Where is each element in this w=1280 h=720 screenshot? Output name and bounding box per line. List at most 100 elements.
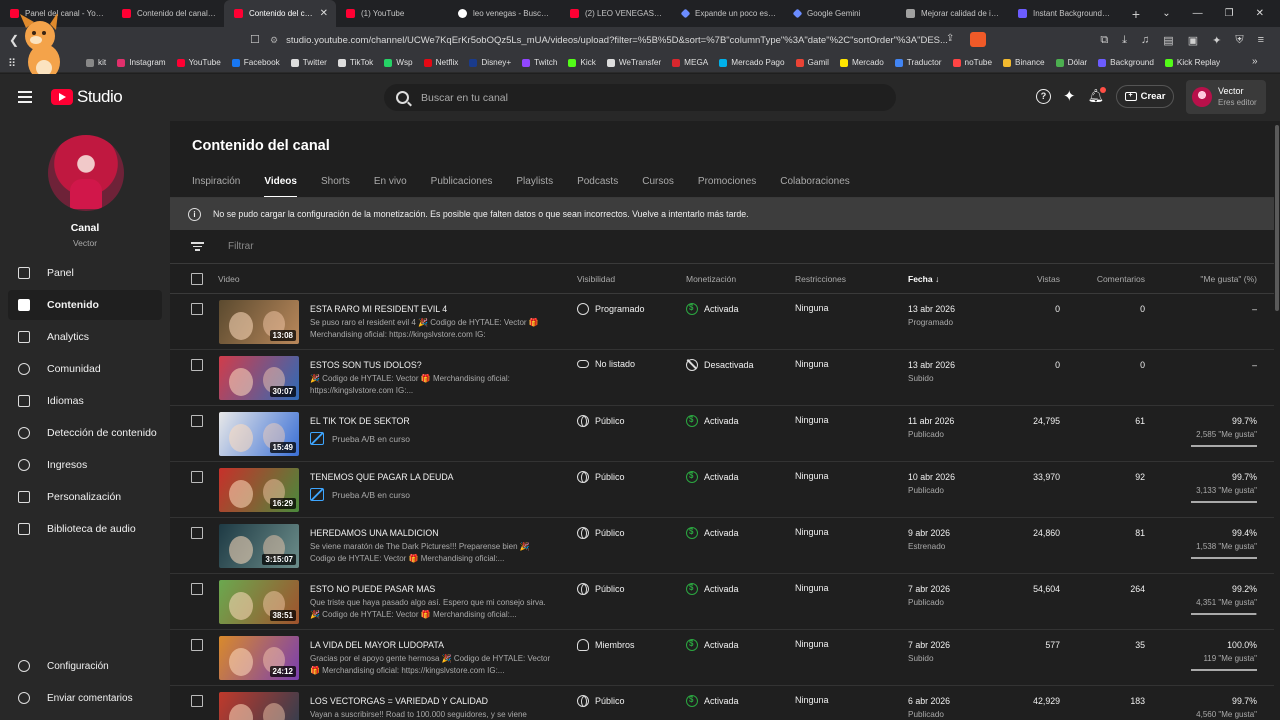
col-visibility[interactable]: Visibilidad — [577, 274, 615, 284]
row-checkbox[interactable] — [191, 359, 203, 371]
vpn-icon[interactable]: ⛨ — [1235, 34, 1243, 47]
ab-test-status[interactable]: Prueba A/B en curso — [310, 432, 410, 445]
sidebar-item-ingresos[interactable]: Ingresos — [8, 450, 162, 480]
brave-shield-icon[interactable] — [970, 32, 986, 47]
filter-bar[interactable]: Filtrar — [170, 230, 1274, 264]
video-title[interactable]: LOS VECTORGAS = VARIEDAD Y CALIDAD — [310, 696, 488, 706]
help-icon[interactable]: ? — [1036, 88, 1051, 104]
col-comments[interactable]: Comentarios — [1075, 274, 1145, 284]
browser-tab[interactable]: Contenido del canal - YouTube Studio ✕ — [224, 0, 336, 27]
browser-tab[interactable]: Instant Background Remover — [1008, 0, 1120, 27]
table-row[interactable]: 3:15:07 HEREDAMOS UNA MALDICION Se viene m… — [170, 518, 1274, 574]
row-checkbox[interactable] — [191, 471, 203, 483]
bookmark-item[interactable]: Mercado — [839, 58, 884, 67]
visibility-cell[interactable]: Público — [577, 527, 625, 539]
table-row[interactable]: 30:07 ESTOS SON TUS IDOLOS? 🎉 Codigo de HY… — [170, 350, 1274, 406]
tab-colaboraciones[interactable]: Colaboraciones — [780, 176, 850, 198]
sidebar-item-biblioteca-de-audio[interactable]: Biblioteca de audio — [8, 514, 162, 544]
tab-cursos[interactable]: Cursos — [642, 176, 674, 198]
bookmark-item[interactable]: Binance — [1003, 58, 1045, 67]
col-views[interactable]: Vistas — [1010, 274, 1060, 284]
wallet-icon[interactable]: ▣ — [1188, 34, 1198, 47]
tab-inspiraci-n[interactable]: Inspiración — [192, 176, 240, 198]
browser-tab[interactable]: Contenido del canal - YouTube Studio — [112, 0, 224, 27]
screenshot-icon[interactable]: ⧉ — [1100, 34, 1108, 47]
hamburger-menu-icon[interactable] — [18, 91, 32, 103]
video-thumbnail[interactable]: 38:51 — [219, 580, 299, 624]
tab-playlists[interactable]: Playlists — [516, 176, 553, 198]
browser-tab[interactable]: (1) YouTube — [336, 0, 448, 27]
tab-publicaciones[interactable]: Publicaciones — [431, 176, 493, 198]
sidebar-item-configuraci-n[interactable]: Configuración — [8, 651, 162, 681]
video-title[interactable]: EL TIK TOK DE SEKTOR — [310, 416, 410, 426]
browser-tab[interactable]: Expande un poco esta descripción — [672, 0, 784, 27]
bookmark-item[interactable]: Wsp — [384, 58, 413, 67]
bookmark-item[interactable]: Background — [1098, 58, 1154, 67]
bookmark-item[interactable]: kit — [86, 58, 106, 67]
video-thumbnail[interactable]: 24:12 — [219, 636, 299, 680]
bookmark-item[interactable]: Twitter — [290, 58, 327, 67]
sidebar-item-panel[interactable]: Panel — [8, 258, 162, 288]
bookmark-item[interactable]: Twitch — [522, 58, 557, 67]
row-checkbox[interactable] — [191, 583, 203, 595]
new-tab-button[interactable]: + — [1124, 6, 1148, 22]
table-row[interactable]: 16:29 TENEMOS QUE PAGAR LA DEUDA Prueba A/… — [170, 462, 1274, 518]
url-field[interactable]: ⚙ studio.youtube.com/channel/UCWe7KqErKr… — [270, 30, 950, 50]
comments-value[interactable]: 264 — [1075, 584, 1145, 594]
video-title[interactable]: HEREDAMOS UNA MALDICION — [310, 528, 439, 538]
visibility-cell[interactable]: Programado — [577, 303, 645, 315]
more-bookmarks-icon[interactable]: » — [1252, 56, 1258, 67]
sidebar-item-comunidad[interactable]: Comunidad — [8, 354, 162, 384]
row-checkbox[interactable] — [191, 415, 203, 427]
browser-tab[interactable]: (2) LEO VENEGAS - YouTube — [560, 0, 672, 27]
bookmark-item[interactable]: YouTube — [176, 58, 221, 67]
sidebar-item-contenido[interactable]: Contenido — [8, 290, 162, 320]
row-checkbox[interactable] — [191, 527, 203, 539]
visibility-cell[interactable]: Público — [577, 583, 625, 595]
page-scrollbar[interactable] — [1274, 121, 1280, 720]
sidebar-item-analytics[interactable]: Analytics — [8, 322, 162, 352]
browser-tab[interactable]: Google Gemini — [784, 0, 896, 27]
bookmark-item[interactable]: MEGA — [672, 58, 708, 67]
col-date[interactable]: Fecha ↓ — [908, 274, 939, 284]
video-thumbnail[interactable] — [219, 692, 299, 720]
comments-value[interactable]: 0 — [1075, 360, 1145, 370]
ai-sparkle-icon[interactable]: ✦ — [1063, 89, 1076, 104]
notifications-bell-icon[interactable]: 🔔︎ — [1088, 87, 1107, 104]
video-thumbnail[interactable]: 15:49 — [219, 412, 299, 456]
monetization-cell[interactable]: Activada — [686, 583, 739, 595]
bookmark-item[interactable]: Dólar — [1055, 58, 1087, 67]
monetization-cell[interactable]: Activada — [686, 695, 739, 707]
visibility-cell[interactable]: Público — [577, 471, 625, 483]
row-checkbox[interactable] — [191, 695, 203, 707]
sidebar-item-idiomas[interactable]: Idiomas — [8, 386, 162, 416]
create-button[interactable]: + Crear — [1116, 85, 1174, 108]
video-thumbnail[interactable]: 30:07 — [219, 356, 299, 400]
col-monetization[interactable]: Monetización — [686, 274, 736, 284]
account-switcher[interactable]: Vector Eres editor — [1186, 80, 1266, 114]
visibility-cell[interactable]: Miembros — [577, 639, 635, 651]
comments-value[interactable]: 61 — [1075, 416, 1145, 426]
bookmark-item[interactable]: Disney+ — [469, 58, 511, 67]
video-title[interactable]: TENEMOS QUE PAGAR LA DEUDA — [310, 472, 454, 482]
comments-value[interactable]: 183 — [1075, 696, 1145, 706]
video-title[interactable]: LA VIDA DEL MAYOR LUDOPATA — [310, 640, 444, 650]
visibility-cell[interactable]: No listado — [577, 359, 635, 369]
menu-icon[interactable]: ≡ — [1258, 34, 1264, 46]
monetization-cell[interactable]: Activada — [686, 303, 739, 315]
comments-value[interactable]: 35 — [1075, 640, 1145, 650]
tab-podcasts[interactable]: Podcasts — [577, 176, 618, 198]
bookmark-item[interactable]: WeTransfer — [606, 58, 661, 67]
sidebar-item-detecci-n-de-contenido[interactable]: Detección de contenido — [8, 418, 162, 448]
table-row[interactable]: 24:12 LA VIDA DEL MAYOR LUDOPATA Gracias p… — [170, 630, 1274, 686]
scrollbar-thumb[interactable] — [1275, 125, 1279, 311]
col-likes[interactable]: "Me gusta" (%) — [1200, 274, 1257, 284]
row-checkbox[interactable] — [191, 303, 203, 315]
bookmark-star-icon[interactable]: ☐ — [250, 33, 260, 46]
video-title[interactable]: ESTOS SON TUS IDOLOS? — [310, 360, 422, 370]
monetization-cell[interactable]: Desactivada — [686, 359, 754, 371]
ai-assistant-icon[interactable]: ✦ — [1212, 34, 1221, 47]
comments-value[interactable]: 0 — [1075, 304, 1145, 314]
site-info-icon[interactable]: ⚙ — [270, 35, 278, 46]
table-row[interactable]: 38:51 ESTO NO PUEDE PASAR MAS Que triste q… — [170, 574, 1274, 630]
